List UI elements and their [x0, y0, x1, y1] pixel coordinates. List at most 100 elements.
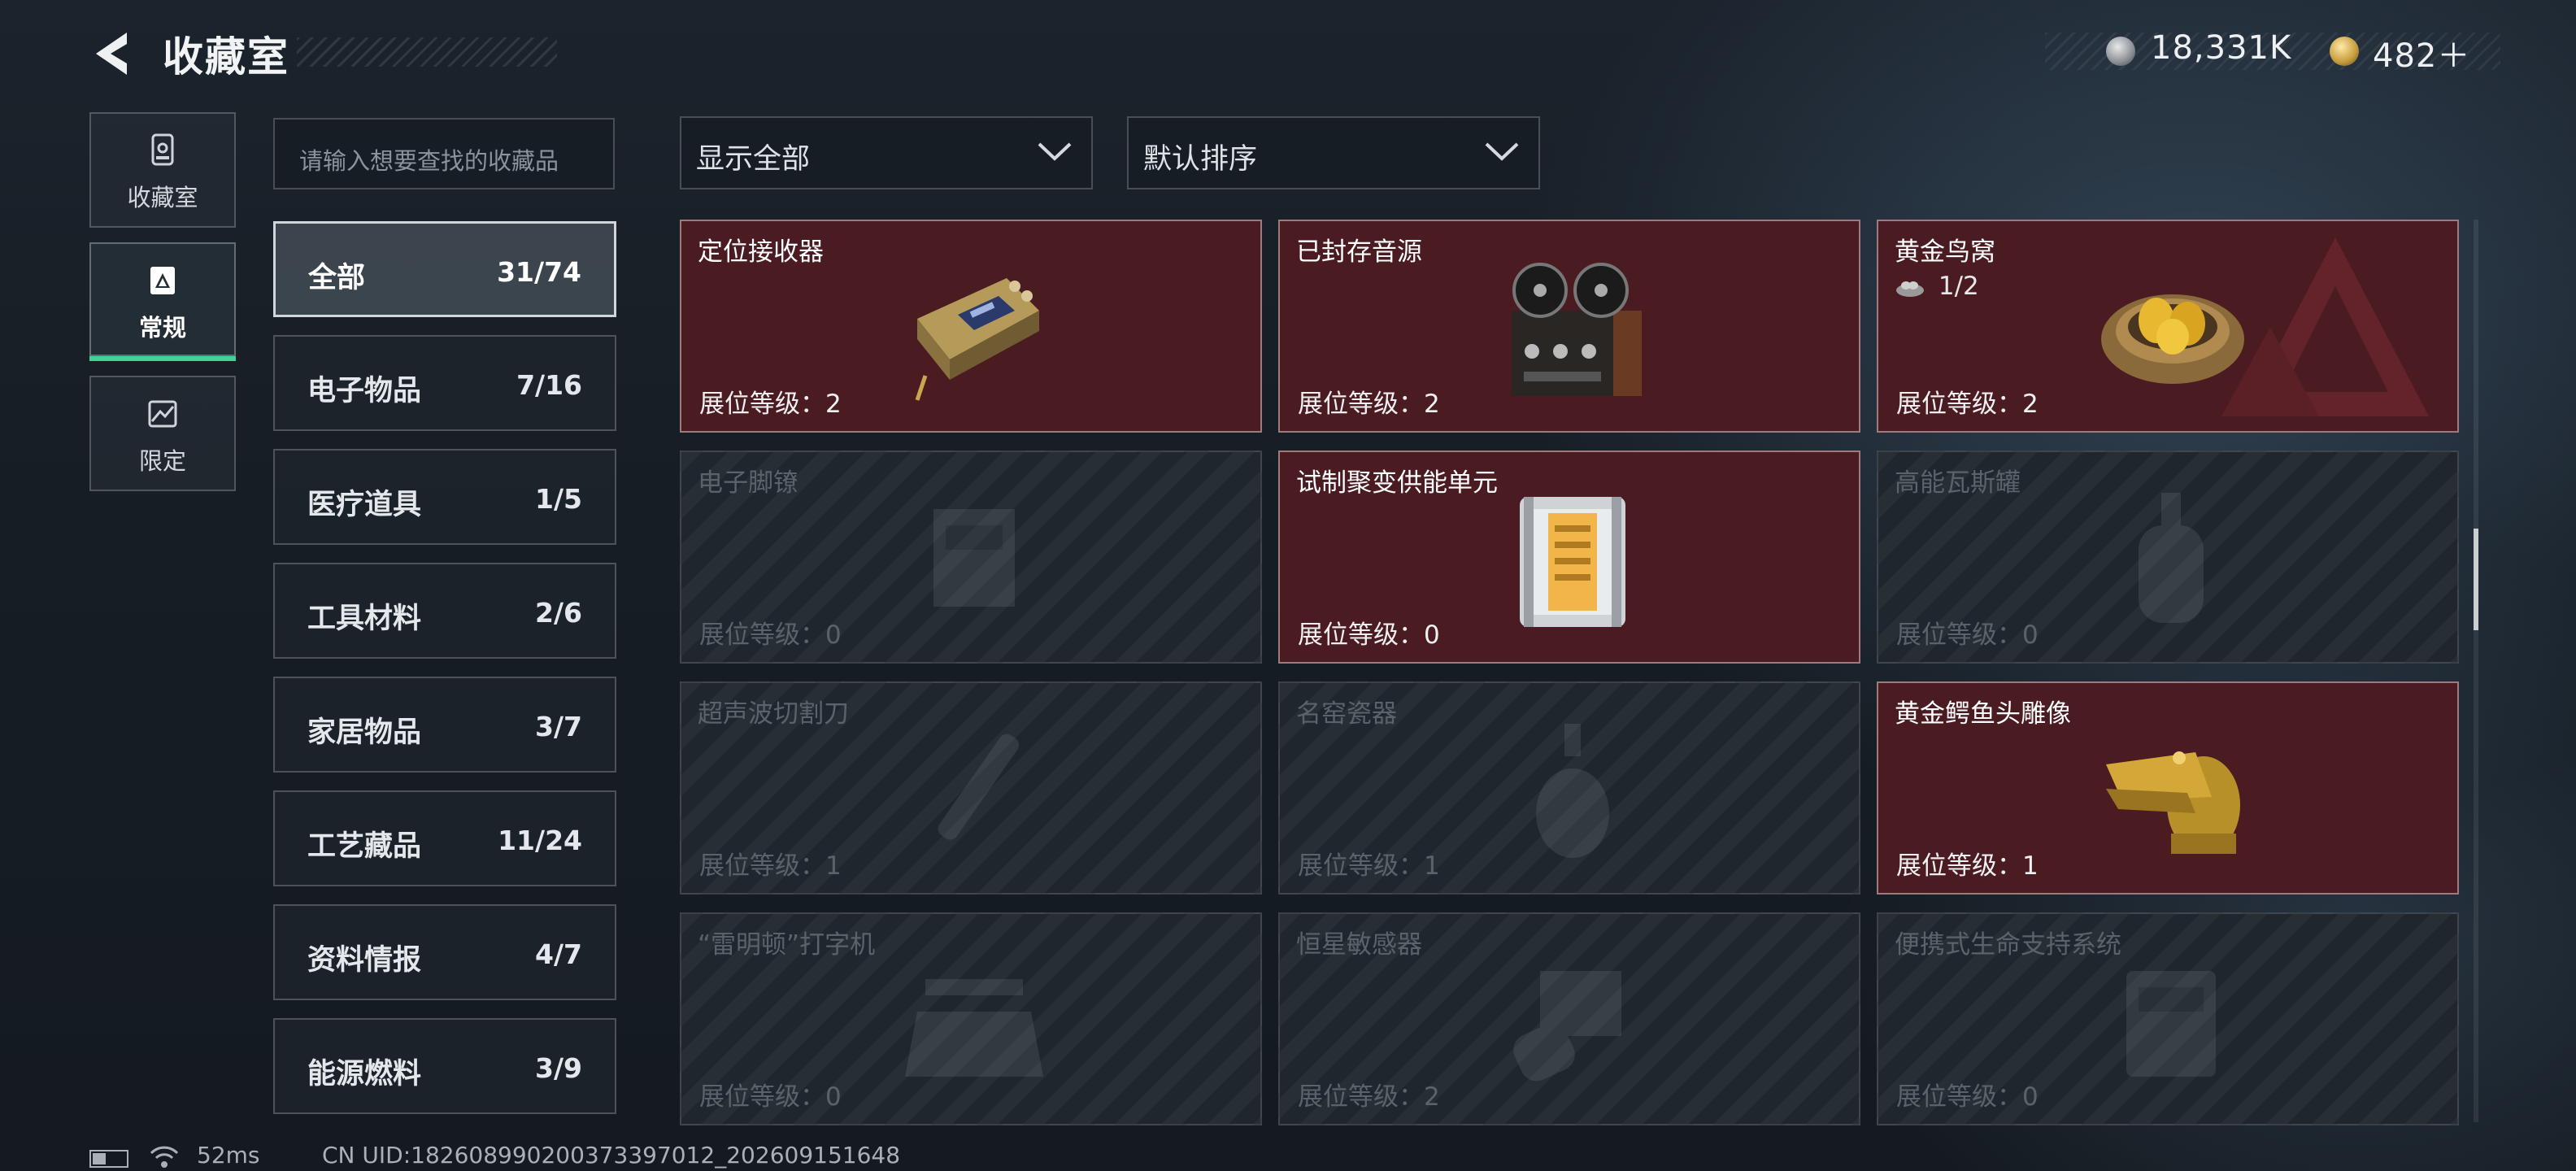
grid-scrollbar[interactable]: [2474, 220, 2478, 1122]
category-count: 3/9: [535, 1052, 582, 1084]
gas-canister-image: [2139, 493, 2204, 623]
category-count: 11/24: [498, 825, 582, 856]
category-household[interactable]: 家居物品 3/7: [273, 677, 616, 773]
category-electronics[interactable]: 电子物品 7/16: [273, 335, 616, 431]
collection-card[interactable]: 定位接收器 展位等级：2: [680, 220, 1262, 433]
collection-card[interactable]: “雷明顿”打字机 展位等级：0: [680, 912, 1262, 1125]
silver-coin-icon: [2106, 37, 2135, 66]
category-count: 1/5: [535, 483, 582, 515]
category-name: 家居物品: [307, 716, 422, 749]
rail-tab-label: 限定: [138, 447, 186, 475]
category-count: 7/16: [516, 369, 582, 401]
gold-currency-value[interactable]: 482＋: [2373, 29, 2470, 76]
category-crafts[interactable]: 工艺藏品 11/24: [273, 790, 616, 886]
item-name: 试制聚变供能单元: [1296, 468, 1498, 498]
star-sensor-image: [1513, 971, 1621, 1082]
rail-tab-label: 收藏室: [127, 184, 198, 211]
item-name: 超声波切割刀: [698, 699, 849, 729]
item-name: 恒星敏感器: [1296, 930, 1422, 960]
golden-crocodile-head-image: [2106, 751, 2240, 854]
ultrasonic-cutter-image: [938, 734, 1020, 840]
page-title: 收藏室: [163, 33, 289, 81]
active-tab-indicator: [89, 356, 236, 361]
collection-card[interactable]: 便携式生命支持系统 展位等级：0: [1877, 912, 2459, 1125]
chevron-down-icon: [1038, 142, 1072, 161]
battery-icon: [89, 1150, 128, 1168]
collection-card[interactable]: 超声波切割刀 展位等级：1: [680, 681, 1262, 895]
collection-room-icon: [151, 133, 174, 166]
category-intel[interactable]: 资料情报 4/7: [273, 904, 616, 1000]
item-progress-value: 1/2: [1938, 272, 1979, 301]
wifi-icon: [150, 1146, 179, 1168]
typewriter-image: [905, 979, 1043, 1077]
item-name: 名窑瓷器: [1296, 699, 1397, 729]
category-count: 4/7: [535, 938, 582, 970]
display-level: 展位等级：1: [1298, 851, 1440, 881]
category-name: 全部: [308, 262, 366, 294]
display-level: 展位等级：2: [699, 390, 842, 419]
display-level: 展位等级：0: [1896, 620, 2039, 650]
positioning-receiver-image: [915, 278, 1039, 401]
collection-card[interactable]: 高能瓦斯罐 展位等级：0: [1877, 451, 2459, 664]
grid-scrollbar-thumb[interactable]: [2474, 529, 2478, 630]
user-uid: CN UID:1826089902003733970​12_2026091516…: [322, 1142, 901, 1169]
search-input[interactable]: 请输入想要查找的收藏品: [273, 118, 615, 189]
rail-tab-regular[interactable]: 常规: [89, 242, 236, 361]
chevron-down-icon: [1485, 142, 1519, 161]
collection-card[interactable]: 名窑瓷器 展位等级：1: [1278, 681, 1860, 895]
collection-card[interactable]: 黄金鳄鱼头雕像 展位等级：1: [1877, 681, 2459, 895]
nest-icon: [1896, 281, 1924, 297]
category-name: 能源燃料: [307, 1058, 422, 1090]
display-level: 展位等级：0: [699, 620, 842, 650]
collection-card[interactable]: 黄金鸟窝 1/2 展位等级：2: [1877, 220, 2459, 433]
category-name: 资料情报: [307, 944, 422, 977]
collection-card[interactable]: 恒星敏感器 展位等级：2: [1278, 912, 1860, 1125]
sort-value: 默认排序: [1143, 143, 1258, 176]
item-name: 高能瓦斯罐: [1895, 468, 2021, 498]
display-level: 展位等级：0: [1298, 620, 1440, 650]
display-level: 展位等级：1: [1896, 851, 2039, 881]
item-name: 电子脚镣: [698, 468, 798, 498]
item-name: “雷明顿”打字机: [698, 930, 876, 960]
category-all[interactable]: 全部 31/74: [273, 221, 616, 317]
category-medical[interactable]: 医疗道具 1/5: [273, 449, 616, 545]
display-filter-value: 显示全部: [696, 143, 811, 176]
limited-collection-icon: [148, 400, 177, 428]
category-count: 2/6: [535, 597, 582, 629]
item-name: 定位接收器: [698, 237, 824, 267]
silver-currency-value: 18,331K: [2151, 29, 2292, 67]
network-ping: 52ms: [197, 1142, 260, 1169]
electronic-shackle-image: [933, 509, 1015, 607]
display-level: 展位等级：2: [1298, 390, 1440, 419]
gold-coin-icon: [2330, 37, 2359, 66]
rail-tab-collection-room[interactable]: 收藏室: [89, 112, 236, 228]
collection-card[interactable]: 试制聚变供能单元 展位等级：0: [1278, 451, 1860, 664]
category-count: 3/7: [535, 711, 582, 742]
item-name: 已封存音源: [1296, 237, 1422, 267]
title-decoration: [297, 37, 557, 67]
golden-nest-image: [2101, 294, 2244, 384]
display-level: 展位等级：2: [1298, 1082, 1440, 1112]
category-name: 工艺藏品: [307, 830, 422, 863]
collection-card[interactable]: 已封存音源 展位等级：2: [1278, 220, 1860, 433]
regular-collection-icon: [150, 267, 175, 294]
life-support-system-image: [2126, 971, 2216, 1077]
item-name: 便携式生命支持系统: [1895, 930, 2121, 960]
rail-tab-limited[interactable]: 限定: [89, 376, 236, 491]
category-name: 工具材料: [307, 603, 422, 635]
porcelain-vase-image: [1536, 724, 1609, 858]
sort-dropdown[interactable]: 默认排序: [1127, 116, 1540, 189]
collection-card[interactable]: 电子脚镣 展位等级：0: [680, 451, 1262, 664]
display-level: 展位等级：0: [1896, 1082, 2039, 1112]
display-level: 展位等级：0: [699, 1082, 842, 1112]
back-arrow-icon[interactable]: [89, 29, 137, 78]
category-name: 医疗道具: [307, 489, 422, 521]
sealed-tape-recorder-image: [1512, 263, 1642, 396]
category-energy[interactable]: 能源燃料 3/9: [273, 1018, 616, 1114]
item-progress: 1/2: [1895, 272, 1979, 301]
display-level: 展位等级：1: [699, 851, 842, 881]
rail-tab-label: 常规: [138, 314, 186, 342]
item-name: 黄金鳄鱼头雕像: [1895, 699, 2071, 729]
category-tools[interactable]: 工具材料 2/6: [273, 563, 616, 659]
display-filter-dropdown[interactable]: 显示全部: [680, 116, 1093, 189]
